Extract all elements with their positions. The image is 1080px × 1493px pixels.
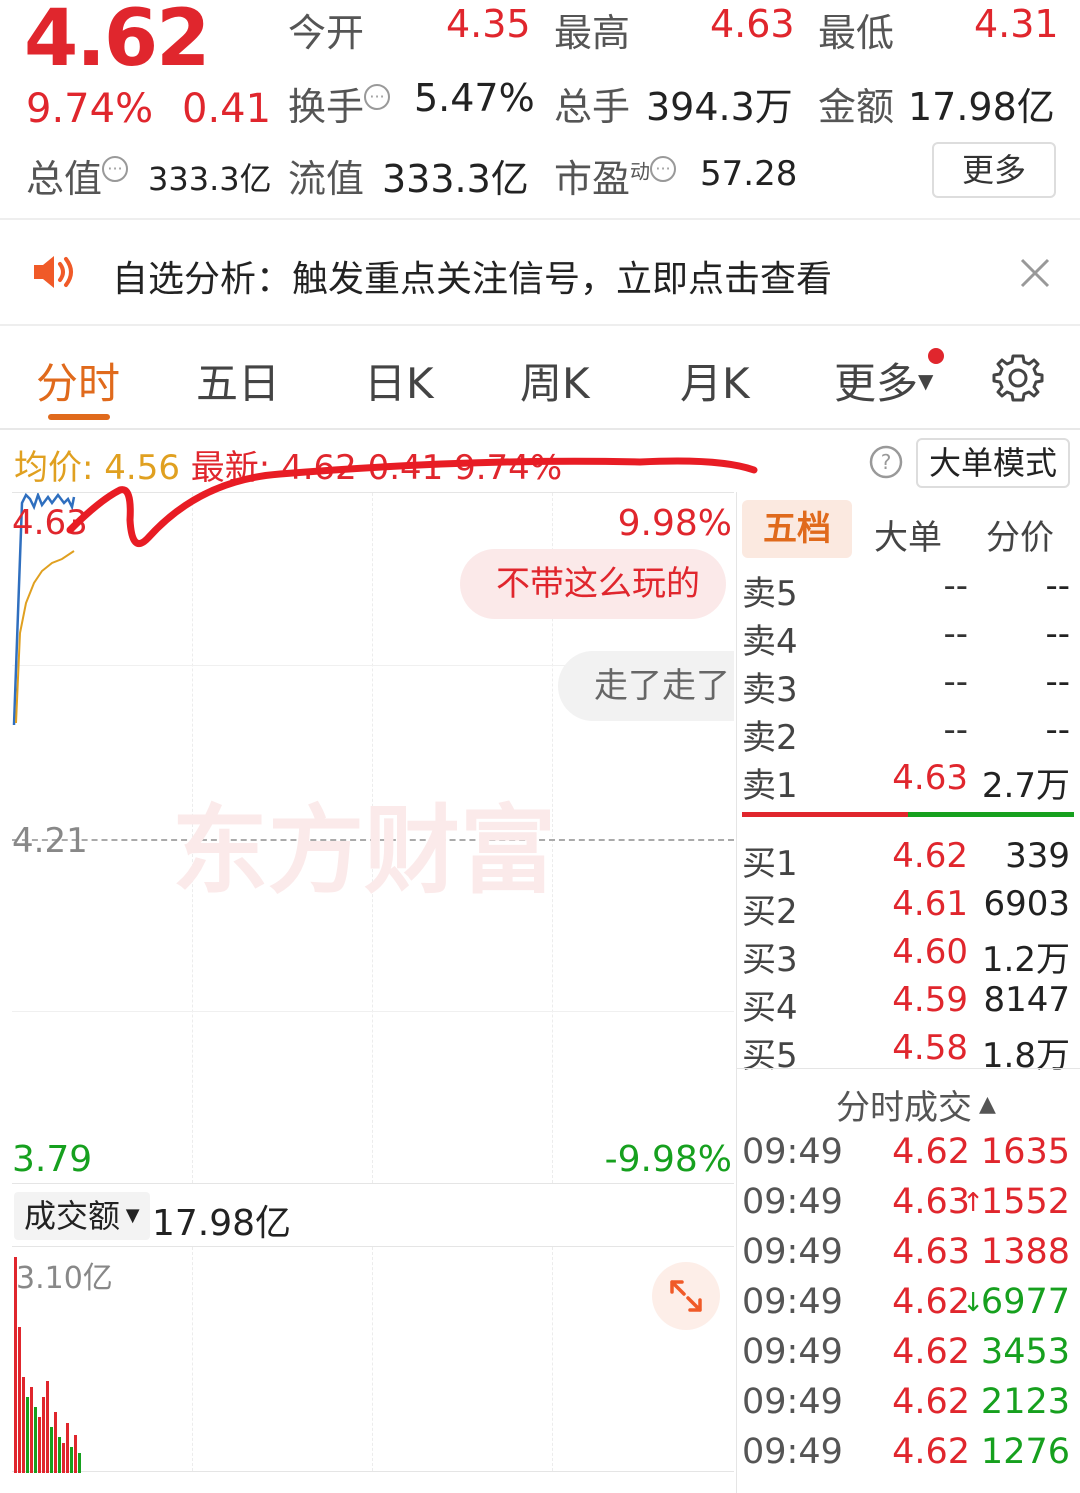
ask-row: 卖2 -- -- [742, 710, 1070, 758]
y-axis-mid: 4.21 [12, 821, 88, 861]
tab-five-levels[interactable]: 五档 [742, 500, 852, 558]
gear-icon[interactable] [992, 352, 1044, 408]
amount-value: 17.98亿 [908, 85, 1055, 129]
tab-monthly-k[interactable]: 月K [680, 350, 750, 411]
intraday-chart[interactable]: 东方财富 4.63 4.21 3.79 9.98% -9.98% 不带这么玩的 … [12, 492, 734, 1184]
trade-row: 09:49 4.62 1276 [742, 1432, 1070, 1472]
trade-row: 09:49 4.62 2123 [742, 1382, 1070, 1422]
speaker-icon [32, 254, 80, 294]
float-label: 流值 [288, 157, 365, 201]
bid-row: 买4 4.59 8147 [742, 980, 1070, 1028]
volume-label: 总手 [554, 85, 631, 129]
turnover-value: 5.47% [414, 76, 535, 120]
trade-row: 09:49 4.62 ↓ 6977 [742, 1282, 1070, 1322]
caret-down-icon: ▼ [918, 369, 934, 393]
caret-up-icon: ▲ [972, 1092, 996, 1117]
hand-drawn-annotation [66, 457, 758, 547]
tab-big-orders[interactable]: 大单 [874, 510, 942, 559]
more-button[interactable]: 更多 [932, 142, 1056, 198]
mktcap-label-text: 总值 [26, 157, 103, 201]
mktcap-value: 333.3亿 [148, 160, 272, 198]
ask-row: 卖1 4.63 2.7万 [742, 758, 1070, 806]
grid-line [372, 1247, 373, 1471]
expand-button[interactable] [652, 1262, 720, 1330]
close-icon[interactable] [1018, 256, 1052, 294]
big-order-mode-button[interactable]: 大单模式 [916, 438, 1070, 488]
active-tab-indicator [48, 414, 110, 420]
ask-row: 卖3 -- -- [742, 662, 1070, 710]
volume-chart: 3.10亿 [12, 1246, 734, 1473]
last-price: 4.62 [24, 0, 210, 84]
y-axis-bottom: 3.79 [12, 1139, 93, 1180]
float-value: 333.3亿 [382, 157, 529, 201]
grid-line [552, 1247, 553, 1471]
pct-axis-bottom: -9.98% [604, 1139, 732, 1180]
volume-bars [14, 1257, 81, 1473]
volume-selector-label: 成交额 [24, 1197, 121, 1235]
bid-row: 买3 4.60 1.2万 [742, 932, 1070, 980]
trade-row: 09:49 4.62 3453 [742, 1332, 1070, 1372]
high-label: 最高 [554, 11, 631, 55]
bid-row: 买1 4.62 339 [742, 836, 1070, 884]
divider [736, 1068, 1080, 1069]
tab-daily-k[interactable]: 日K [364, 350, 434, 411]
trades-header[interactable]: 分时成交 ▲ [836, 1080, 996, 1129]
ask-ratio-bar [742, 812, 908, 817]
notice-text[interactable]: 自选分析：触发重点关注信号，立即点击查看 [112, 250, 832, 302]
trade-row: 09:49 4.62 1635 [742, 1132, 1070, 1172]
bid-ratio-bar [908, 812, 1074, 817]
ask-row: 卖5 -- -- [742, 566, 1070, 614]
open-label: 今开 [288, 11, 365, 55]
pe-value: 57.28 [700, 154, 798, 194]
tab-more-label: 更多 [834, 359, 919, 408]
svg-text:?: ? [881, 450, 892, 474]
tab-price-distribution[interactable]: 分价 [986, 510, 1054, 559]
bid-row: 买2 4.61 6903 [742, 884, 1070, 932]
low-value: 4.31 [974, 2, 1059, 46]
pe-label-text: 市盈 [554, 157, 631, 201]
turnover-label[interactable]: 换手 ··· [288, 76, 391, 131]
high-value: 4.63 [710, 2, 795, 46]
ask-row: 卖4 -- -- [742, 614, 1070, 662]
tab-intraday[interactable]: 分时 [36, 350, 120, 411]
pe-label[interactable]: 市盈动 ··· [554, 148, 677, 203]
mktcap-label[interactable]: 总值 ··· [26, 148, 129, 203]
expand-icon [670, 1280, 702, 1312]
notification-dot [928, 348, 944, 364]
low-label: 最低 [818, 11, 895, 55]
comment-bubble[interactable]: 走了走了 [558, 651, 734, 721]
amount-label: 金额 [818, 85, 895, 129]
info-icon[interactable]: ··· [364, 84, 391, 110]
trade-row: 09:49 4.63 ↑ 1552 [742, 1182, 1070, 1222]
trades-title: 分时成交 [836, 1088, 972, 1128]
volume-value: 394.3万 [646, 85, 793, 129]
tab-five-day[interactable]: 五日 [196, 350, 280, 411]
tab-weekly-k[interactable]: 周K [520, 350, 590, 411]
change-percent: 9.74% [26, 86, 154, 132]
info-icon[interactable]: ··· [650, 156, 677, 182]
open-value: 4.35 [446, 2, 531, 46]
caret-down-icon: ▼ [120, 1205, 140, 1226]
help-icon[interactable]: ? [868, 444, 904, 484]
tab-more[interactable]: 更多▼ [834, 350, 933, 411]
grid-line [192, 1247, 193, 1471]
info-icon[interactable]: ··· [102, 156, 129, 182]
trade-row: 09:49 4.63 1388 [742, 1232, 1070, 1272]
volume-total: 17.98亿 [152, 1203, 292, 1244]
pe-sup: 动 [630, 159, 651, 184]
change-amount: 0.41 [182, 86, 272, 132]
turnover-label-text: 换手 [288, 85, 365, 129]
volume-selector[interactable]: 成交额 ▼ [14, 1192, 150, 1240]
